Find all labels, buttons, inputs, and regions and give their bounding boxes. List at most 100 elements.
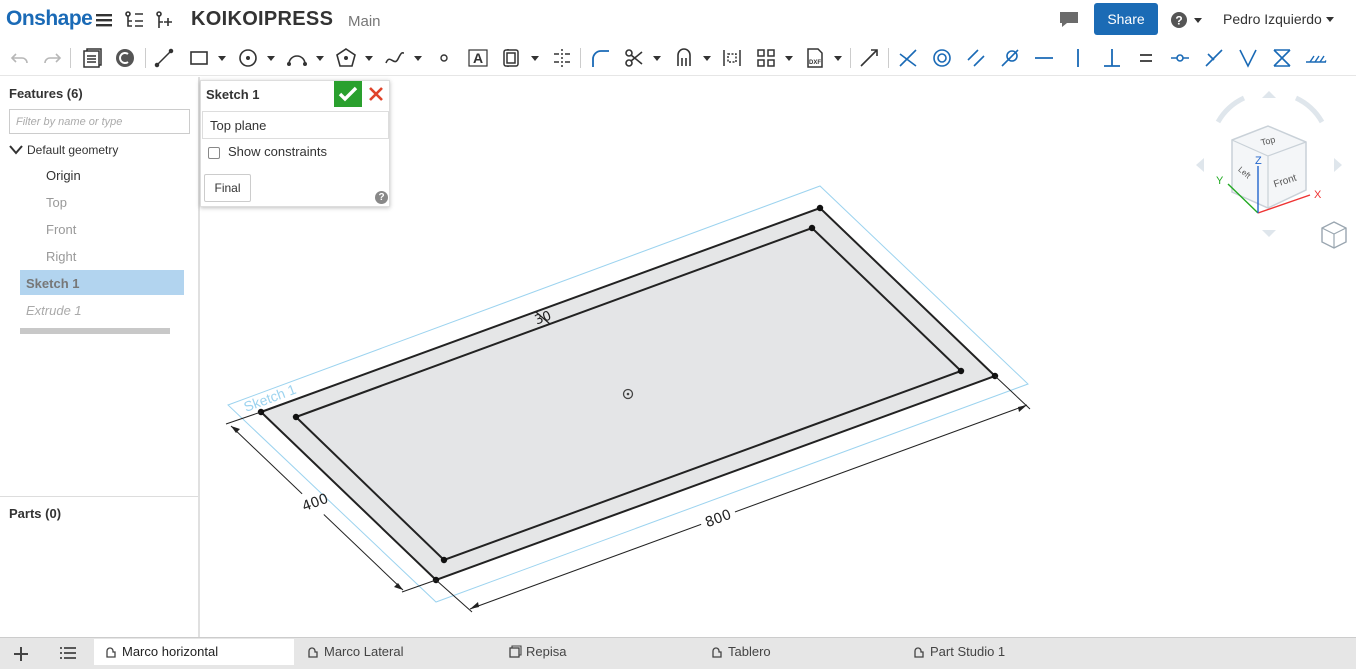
toolbar-divider <box>580 48 581 68</box>
rectangle-tool-icon[interactable] <box>187 46 211 70</box>
hamburger-menu-icon[interactable] <box>93 9 115 31</box>
document-title[interactable]: KOIKOIPRESS <box>191 8 333 31</box>
close-icon <box>369 87 383 101</box>
show-constraints-label[interactable]: Show constraints <box>228 144 327 159</box>
fix-icon[interactable] <box>1304 46 1328 70</box>
vertical-icon[interactable] <box>1066 46 1090 70</box>
rotate-left-arrow <box>1196 158 1204 172</box>
vertex <box>440 556 448 564</box>
part-studio-icon <box>712 647 722 658</box>
tree-item-front-plane[interactable]: Front <box>46 222 76 237</box>
mirror-tool-icon[interactable] <box>550 46 574 70</box>
spline-tool-icon[interactable] <box>383 46 407 70</box>
text-tool-icon[interactable]: A <box>466 46 490 70</box>
cancel-button[interactable] <box>366 84 386 104</box>
tree-item-top-plane[interactable]: Top <box>46 195 67 210</box>
parallel-icon[interactable] <box>964 46 988 70</box>
tab-list-icon[interactable] <box>58 645 78 663</box>
rectangle-dropdown-icon[interactable] <box>218 56 226 61</box>
tab-label: Marco horizontal <box>122 644 219 659</box>
user-menu[interactable]: Pedro Izquierdo <box>1223 11 1334 27</box>
show-constraints-checkbox[interactable] <box>208 147 220 159</box>
trim-dropdown-icon[interactable] <box>653 56 661 61</box>
part-studio-icon <box>106 647 116 658</box>
line-tool-icon[interactable] <box>152 46 176 70</box>
final-button[interactable]: Final <box>204 174 251 202</box>
configuration-icon[interactable] <box>113 46 137 70</box>
tree-item-extrude-1[interactable]: Extrude 1 <box>26 303 82 318</box>
tab-marco-horizontal[interactable]: Marco horizontal <box>94 639 294 665</box>
circle-tool-icon[interactable] <box>236 46 260 70</box>
rollback-bar[interactable] <box>20 328 170 334</box>
tab-tablero[interactable]: Tablero <box>700 639 900 665</box>
undo-icon[interactable] <box>8 46 32 70</box>
import-dropdown-icon[interactable] <box>834 56 842 61</box>
insert-feature-icon[interactable] <box>153 9 175 31</box>
view-options-icon <box>1321 221 1347 249</box>
equal-icon[interactable] <box>1134 46 1158 70</box>
accept-button[interactable] <box>334 81 362 107</box>
fillet-tool-icon[interactable] <box>588 46 612 70</box>
onshape-logo[interactable]: Onshape <box>6 7 93 31</box>
trim-tool-icon[interactable] <box>622 46 646 70</box>
polygon-tool-icon[interactable] <box>334 46 358 70</box>
spline-dropdown-icon[interactable] <box>414 56 422 61</box>
offset-tool-icon[interactable] <box>500 46 524 70</box>
feature-tree-icon[interactable] <box>123 9 145 31</box>
pattern-tool-icon[interactable] <box>754 46 778 70</box>
feature-filter-input[interactable] <box>9 109 190 134</box>
symmetric-icon[interactable] <box>1270 46 1294 70</box>
part-studio-icon <box>308 647 318 658</box>
tab-label: Marco Lateral <box>324 644 404 659</box>
user-name: Pedro Izquierdo <box>1223 11 1322 27</box>
arc-dropdown-icon[interactable] <box>316 56 324 61</box>
dialog-help-icon[interactable]: ? <box>375 191 388 204</box>
tab-part-studio-1[interactable]: Part Studio 1 <box>902 639 1102 665</box>
top-bar: Onshape KOIKOIPRESS Main Share ? Pedro I… <box>0 0 1356 40</box>
perpendicular-icon[interactable] <box>1100 46 1124 70</box>
arc-tool-icon[interactable] <box>285 46 309 70</box>
part-studio-icon <box>914 647 924 658</box>
point-tool-icon[interactable] <box>432 46 456 70</box>
default-geometry-label: Default geometry <box>27 143 119 157</box>
construction-tool-icon[interactable] <box>857 46 881 70</box>
intersection-tool-icon[interactable] <box>720 46 744 70</box>
horizontal-icon[interactable] <box>1032 46 1056 70</box>
coincident-icon[interactable] <box>896 46 920 70</box>
midpoint-icon[interactable] <box>1168 46 1192 70</box>
parts-title: Parts (0) <box>9 506 62 521</box>
chevron-down-icon <box>9 145 23 155</box>
sketch-plane-field[interactable]: Top plane <box>202 111 389 139</box>
dxf-import-icon[interactable]: DXF <box>803 46 827 70</box>
tangent-icon[interactable] <box>998 46 1022 70</box>
features-title: Features (6) <box>9 86 83 101</box>
add-tab-icon[interactable] <box>10 644 32 664</box>
help-menu[interactable]: ? <box>1170 9 1206 31</box>
sketch-dialog-title: Sketch 1 <box>206 87 260 102</box>
circle-dropdown-icon[interactable] <box>267 56 275 61</box>
redo-icon[interactable] <box>40 46 64 70</box>
comments-icon[interactable] <box>1057 8 1081 30</box>
pierce-icon[interactable] <box>1236 46 1260 70</box>
tree-item-sketch-1[interactable]: Sketch 1 <box>26 276 79 291</box>
branch-name[interactable]: Main <box>348 13 381 30</box>
vertex <box>292 413 300 421</box>
tab-repisa[interactable]: Repisa <box>498 639 698 665</box>
polygon-dropdown-icon[interactable] <box>365 56 373 61</box>
tree-item-origin[interactable]: Origin <box>46 168 81 183</box>
use-tool-icon[interactable] <box>672 46 696 70</box>
concentric-icon[interactable] <box>930 46 954 70</box>
tree-item-right-plane[interactable]: Right <box>46 249 76 264</box>
svg-text:DXF: DXF <box>809 60 821 66</box>
default-geometry-group[interactable]: Default geometry <box>9 142 118 157</box>
rotate-arc-left <box>1215 95 1246 124</box>
tab-label: Repisa <box>526 644 567 659</box>
share-button[interactable]: Share <box>1094 3 1158 35</box>
normal-icon[interactable] <box>1202 46 1226 70</box>
document-icon[interactable] <box>80 46 104 70</box>
tab-marco-lateral[interactable]: Marco Lateral <box>296 639 496 665</box>
use-dropdown-icon[interactable] <box>703 56 711 61</box>
toolbar-divider <box>850 48 851 68</box>
pattern-dropdown-icon[interactable] <box>785 56 793 61</box>
offset-dropdown-icon[interactable] <box>531 56 539 61</box>
